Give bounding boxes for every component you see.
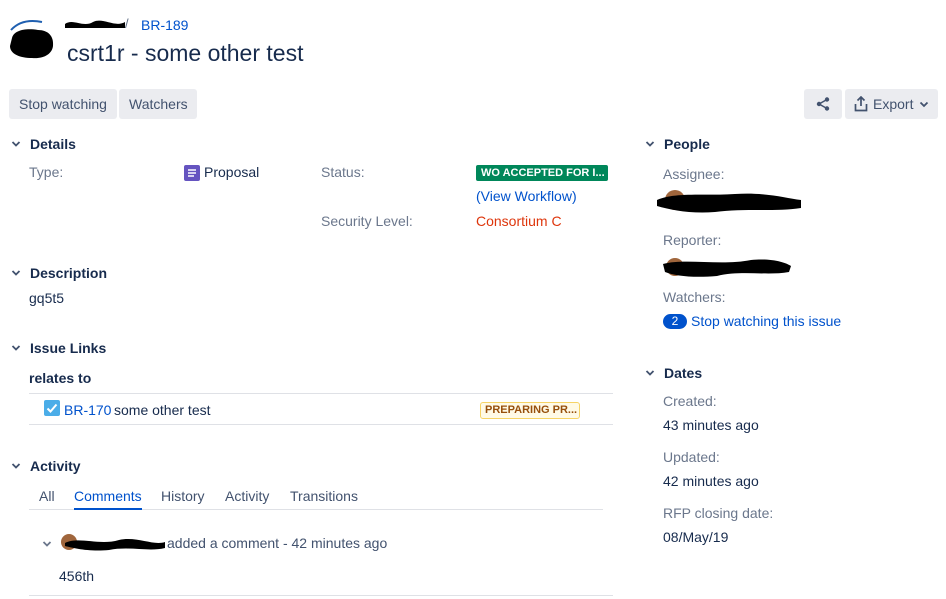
chevron-down-icon: [9, 137, 23, 151]
status-label: Status:: [321, 164, 365, 180]
project-name-redacted[interactable]: [63, 16, 127, 30]
created-label: Created:: [663, 393, 717, 409]
activity-section-toggle[interactable]: Activity: [9, 458, 81, 474]
chevron-down-icon: [643, 366, 657, 380]
updated-label: Updated:: [663, 449, 720, 465]
dates-heading: Dates: [664, 365, 703, 381]
tab-activity[interactable]: Activity: [225, 488, 269, 504]
people-heading: People: [664, 136, 710, 152]
rfp-closing-date-value: 08/May/19: [663, 529, 729, 545]
chevron-down-icon: [9, 341, 23, 355]
link-relation-label: relates to: [29, 370, 92, 386]
chevron-down-icon: [9, 459, 23, 473]
breadcrumb-separator: /: [125, 16, 129, 31]
export-icon: [854, 96, 868, 112]
page-title: csrt1r - some other test: [67, 40, 304, 66]
collapse-comment-chevron-icon[interactable]: [41, 537, 53, 553]
breadcrumb-issue-key[interactable]: BR-189: [141, 17, 188, 33]
divider: [29, 424, 613, 425]
details-heading: Details: [30, 136, 76, 152]
description-text[interactable]: gq5t5: [29, 290, 64, 306]
chevron-down-icon: [9, 266, 23, 280]
issue-links-heading: Issue Links: [30, 340, 107, 356]
watchers-label: Watchers:: [663, 289, 726, 305]
watchers-button[interactable]: Watchers: [119, 89, 197, 119]
reporter-label: Reporter:: [663, 232, 722, 248]
dates-section-toggle[interactable]: Dates: [643, 365, 702, 381]
details-section-toggle[interactable]: Details: [9, 136, 76, 152]
share-button[interactable]: [804, 89, 842, 119]
linked-issue-key[interactable]: BR-170: [64, 402, 111, 418]
updated-value: 42 minutes ago: [663, 473, 759, 489]
description-section-toggle[interactable]: Description: [9, 265, 107, 281]
comment-body: 456th: [59, 568, 95, 584]
tab-history[interactable]: History: [161, 488, 205, 504]
description-heading: Description: [30, 265, 108, 281]
activity-heading: Activity: [30, 458, 81, 474]
comment-author-redacted[interactable]: [59, 532, 167, 555]
assignee-label: Assignee:: [663, 166, 725, 182]
chevron-down-icon: [920, 101, 929, 108]
view-workflow-link[interactable]: (View Workflow): [476, 188, 577, 204]
type-label: Type:: [29, 164, 64, 180]
security-level-label: Security Level:: [321, 213, 413, 229]
reporter-redacted[interactable]: [661, 254, 793, 283]
divider: [29, 595, 613, 596]
watch-count-badge: 2: [663, 314, 687, 329]
people-section-toggle[interactable]: People: [643, 136, 710, 152]
active-tab-indicator: [74, 508, 142, 510]
export-button[interactable]: Export: [845, 89, 938, 119]
share-icon: [816, 97, 830, 111]
issue-links-section-toggle[interactable]: Issue Links: [9, 340, 106, 356]
tab-all[interactable]: All: [39, 488, 55, 504]
tab-transitions[interactable]: Transitions: [290, 488, 358, 504]
stop-watching-button[interactable]: Stop watching: [9, 89, 117, 119]
linked-issue-summary: some other test: [114, 402, 211, 418]
proposal-icon: [184, 165, 200, 184]
checkbox-icon: [44, 400, 60, 419]
status-badge: WO ACCEPTED FOR I...: [476, 165, 608, 181]
project-avatar[interactable]: [8, 16, 56, 60]
stop-watching-link[interactable]: Stop watching this issue: [691, 313, 841, 329]
comment-meta: added a comment - 42 minutes ago: [167, 535, 388, 551]
created-value: 43 minutes ago: [663, 417, 759, 433]
chevron-down-icon: [643, 137, 657, 151]
rfp-closing-date-label: RFP closing date:: [663, 505, 774, 521]
linked-issue-status-badge: PREPARING PR...: [480, 402, 580, 419]
security-level-value: Consortium C: [476, 213, 562, 229]
export-label: Export: [873, 96, 914, 112]
assignee-redacted[interactable]: [655, 186, 805, 219]
type-value: Proposal: [204, 164, 260, 180]
tab-comments[interactable]: Comments: [74, 488, 142, 504]
